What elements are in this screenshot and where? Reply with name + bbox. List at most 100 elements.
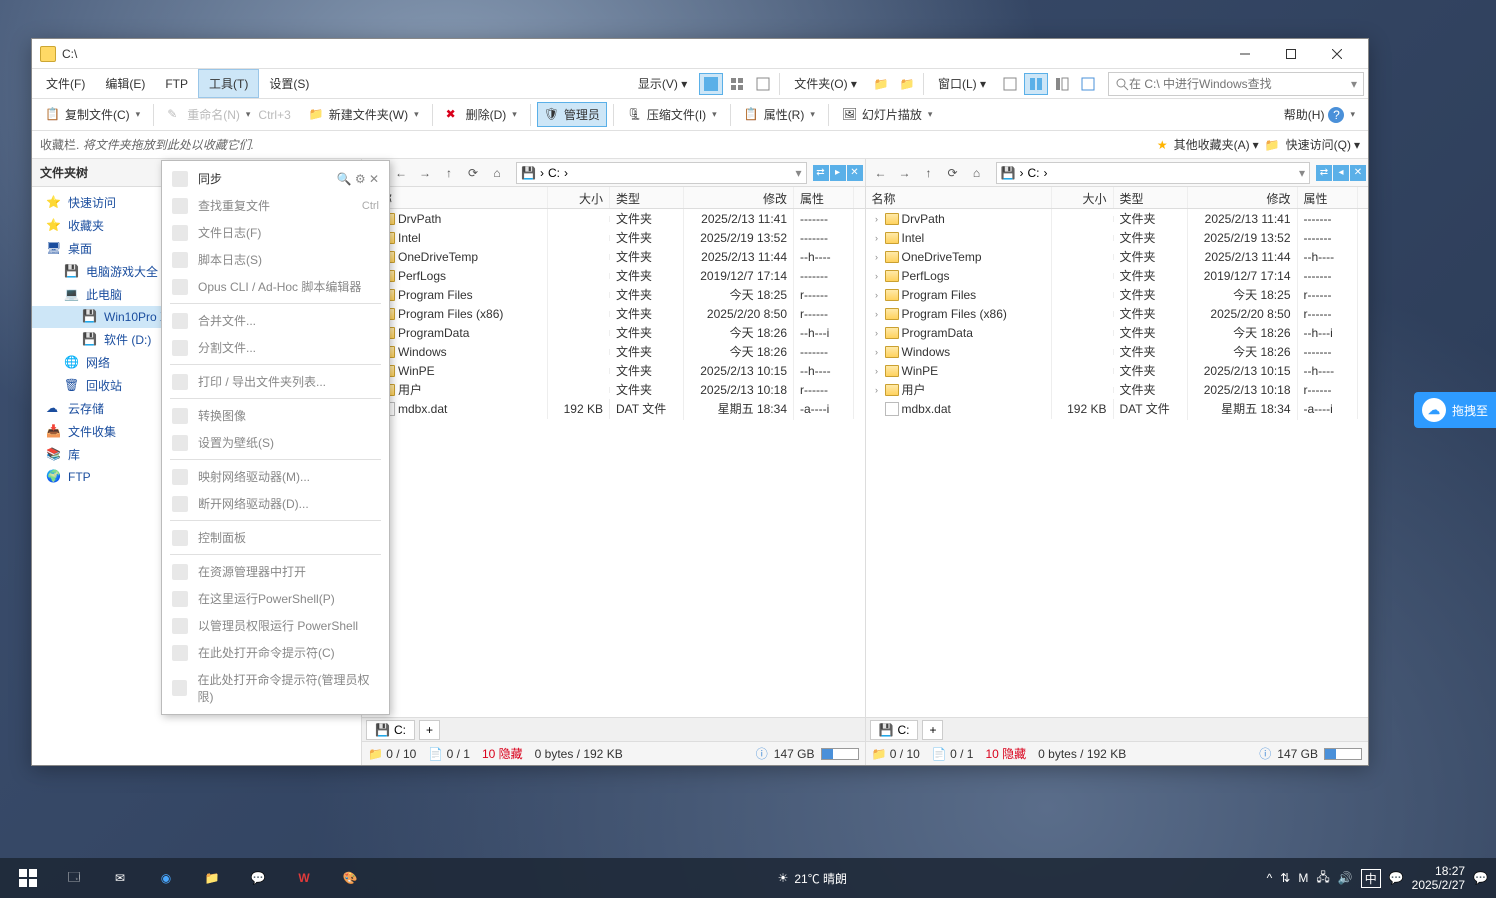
window-title: C:\ <box>62 47 1222 61</box>
menu-item-icon <box>172 340 188 356</box>
copy-path-button[interactable]: ▸ <box>830 165 846 181</box>
column-header[interactable]: 名称 大小 类型 修改 属性 <box>866 187 1369 209</box>
other-favs-button[interactable]: 其他收藏夹(A) ▾ <box>1174 136 1259 153</box>
rename-button[interactable]: ✎重命名(N)▾Ctrl+3 <box>160 102 298 127</box>
path-dropdown-icon[interactable]: ▾ <box>1299 166 1305 180</box>
refresh-button[interactable]: ⟳ <box>942 162 964 184</box>
file-list-left[interactable]: ›DrvPath文件夹2025/2/13 11:41-------›Intel文… <box>362 209 865 717</box>
menu-show[interactable]: 显示(V) ▾ <box>628 70 697 97</box>
up-button[interactable]: ↑ <box>438 162 460 184</box>
copy-button[interactable]: 📋复制文件(C)▾ <box>38 102 147 127</box>
file-row[interactable]: mdbx.dat192 KBDAT 文件星期五 18:34-a----i <box>866 399 1369 418</box>
layout-dual-icon[interactable] <box>1024 73 1048 95</box>
search-dropdown-icon[interactable]: ▾ <box>1351 77 1357 91</box>
properties-button[interactable]: 📋属性(R)▾ <box>737 102 822 127</box>
tab-c-drive[interactable]: 💾 C: <box>366 720 415 740</box>
menu-edit[interactable]: 编辑(E) <box>95 70 155 97</box>
tray-chevron-icon[interactable]: ^ <box>1267 871 1273 885</box>
tray-m-icon[interactable]: M <box>1298 871 1308 885</box>
new-tab-button[interactable]: + <box>922 720 943 740</box>
path-field[interactable]: 💾 › C: › ▾ <box>516 162 807 184</box>
layout-tree-icon[interactable] <box>1050 73 1074 95</box>
swap-button[interactable]: ⇄ <box>1316 165 1332 181</box>
menu-item-icon <box>172 618 188 634</box>
forward-button[interactable]: → <box>894 162 916 184</box>
path-dropdown-icon[interactable]: ▾ <box>795 166 801 180</box>
search-input[interactable] <box>1129 77 1351 91</box>
menu-item-label: 在此处打开命令提示符(管理员权限) <box>197 671 379 705</box>
maximize-button[interactable] <box>1268 39 1314 69</box>
ime-indicator[interactable]: 中 <box>1361 869 1381 888</box>
notifications-icon[interactable]: 💬 <box>1473 871 1488 885</box>
view-thumbs-icon[interactable] <box>751 73 775 95</box>
layout-preview-icon[interactable] <box>1076 73 1100 95</box>
folder-opt1-icon[interactable]: 📁 <box>869 73 893 95</box>
swap-button[interactable]: ⇄ <box>813 165 829 181</box>
admin-button[interactable]: 🛡管理员 <box>537 102 607 127</box>
quick-access-button[interactable]: 快速访问(Q) ▾ <box>1286 136 1360 153</box>
info-icon[interactable]: ⓘ <box>756 745 768 762</box>
left-lister: ▼ ← → ↑ ⟳ ⌂ 💾 › C: › ▾ ⇄ ▸ ✕ 名称 <box>362 159 866 765</box>
tray-chat-icon[interactable]: 💬 <box>1389 871 1404 885</box>
close-button[interactable] <box>1314 39 1360 69</box>
tab-c-drive[interactable]: 💾 C: <box>870 720 919 740</box>
file-size <box>1052 235 1114 241</box>
start-button[interactable] <box>8 858 48 898</box>
home-button[interactable]: ⌂ <box>966 162 988 184</box>
up-button[interactable]: ↑ <box>918 162 940 184</box>
forward-button[interactable]: → <box>414 162 436 184</box>
help-button[interactable]: 帮助(H) ?▾ <box>1277 102 1362 127</box>
newfolder-button[interactable]: 📁新建文件夹(W)▾ <box>302 102 426 127</box>
menu-folder-opts[interactable]: 文件夹(O) ▾ <box>784 70 867 97</box>
refresh-button[interactable]: ⟳ <box>462 162 484 184</box>
paint-app[interactable]: 🎨 <box>330 858 370 898</box>
delete-button[interactable]: ✖删除(D)▾ <box>439 102 524 127</box>
clock[interactable]: 18:27 2025/2/27 <box>1412 864 1465 893</box>
file-attr: r------ <box>1298 304 1358 324</box>
weather-widget[interactable]: ☀ 21℃ 晴朗 <box>778 870 847 887</box>
menu-settings[interactable]: 设置(S) <box>259 70 319 97</box>
lock-button[interactable]: ✕ <box>1350 165 1366 181</box>
menu-ftp[interactable]: FTP <box>155 72 198 96</box>
slideshow-button[interactable]: 🖼幻灯片描放▾ <box>835 102 940 127</box>
folder-icon <box>885 346 899 358</box>
taskview-button[interactable]: 🗔 <box>54 858 94 898</box>
layout-single-icon[interactable] <box>998 73 1022 95</box>
file-row[interactable]: mdbx.dat192 KBDAT 文件星期五 18:34-a----i <box>362 399 865 418</box>
tree-item-label: 此电脑 <box>86 286 122 303</box>
menu-item[interactable]: 同步🔍 ⚙ ✕ <box>162 165 389 192</box>
file-size <box>548 368 610 374</box>
wps-app[interactable]: W <box>284 858 324 898</box>
back-button[interactable]: ← <box>390 162 412 184</box>
folder-opt2-icon[interactable]: 📁 <box>895 73 919 95</box>
menu-tools[interactable]: 工具(T) <box>198 69 259 98</box>
folder-icon <box>885 213 899 225</box>
path-field[interactable]: 💾 › C: › ▾ <box>996 162 1311 184</box>
home-button[interactable]: ⌂ <box>486 162 508 184</box>
tray-network-icon[interactable]: 🖧 <box>1316 868 1329 889</box>
info-icon[interactable]: ⓘ <box>1259 745 1271 762</box>
menu-file[interactable]: 文件(F) <box>36 70 95 97</box>
tray-sync-icon[interactable]: ⇅ <box>1280 871 1290 885</box>
view-icons-icon[interactable] <box>725 73 749 95</box>
folder-icon <box>885 289 899 301</box>
minimize-button[interactable] <box>1222 39 1268 69</box>
search-box[interactable]: ▾ <box>1108 72 1364 96</box>
mail-app[interactable]: ✉ <box>100 858 140 898</box>
wechat-app[interactable]: 💬 <box>238 858 278 898</box>
explorer-app[interactable]: 📁 <box>192 858 232 898</box>
file-list-right[interactable]: ›DrvPath文件夹2025/2/13 11:41-------›Intel文… <box>866 209 1369 717</box>
back-button[interactable]: ← <box>870 162 892 184</box>
tray-volume-icon[interactable]: 🔊 <box>1338 871 1353 885</box>
column-header[interactable]: 名称 大小 类型 修改 属性 <box>362 187 865 209</box>
menu-window[interactable]: 窗口(L) ▾ <box>928 70 996 97</box>
cortana-icon[interactable]: ◉ <box>146 858 186 898</box>
drag-to-badge[interactable]: ☁ 拖拽至 <box>1414 392 1496 428</box>
menu-item-label: 分割文件... <box>198 339 256 356</box>
lock-button[interactable]: ✕ <box>847 165 863 181</box>
compress-button[interactable]: 🗜压缩文件(I)▾ <box>620 102 724 127</box>
system-tray[interactable]: ^ ⇅ M 🖧 🔊 中 💬 18:27 2025/2/27 💬 <box>1267 864 1488 893</box>
copy-path-button[interactable]: ◂ <box>1333 165 1349 181</box>
view-details-icon[interactable] <box>699 73 723 95</box>
new-tab-button[interactable]: + <box>419 720 440 740</box>
